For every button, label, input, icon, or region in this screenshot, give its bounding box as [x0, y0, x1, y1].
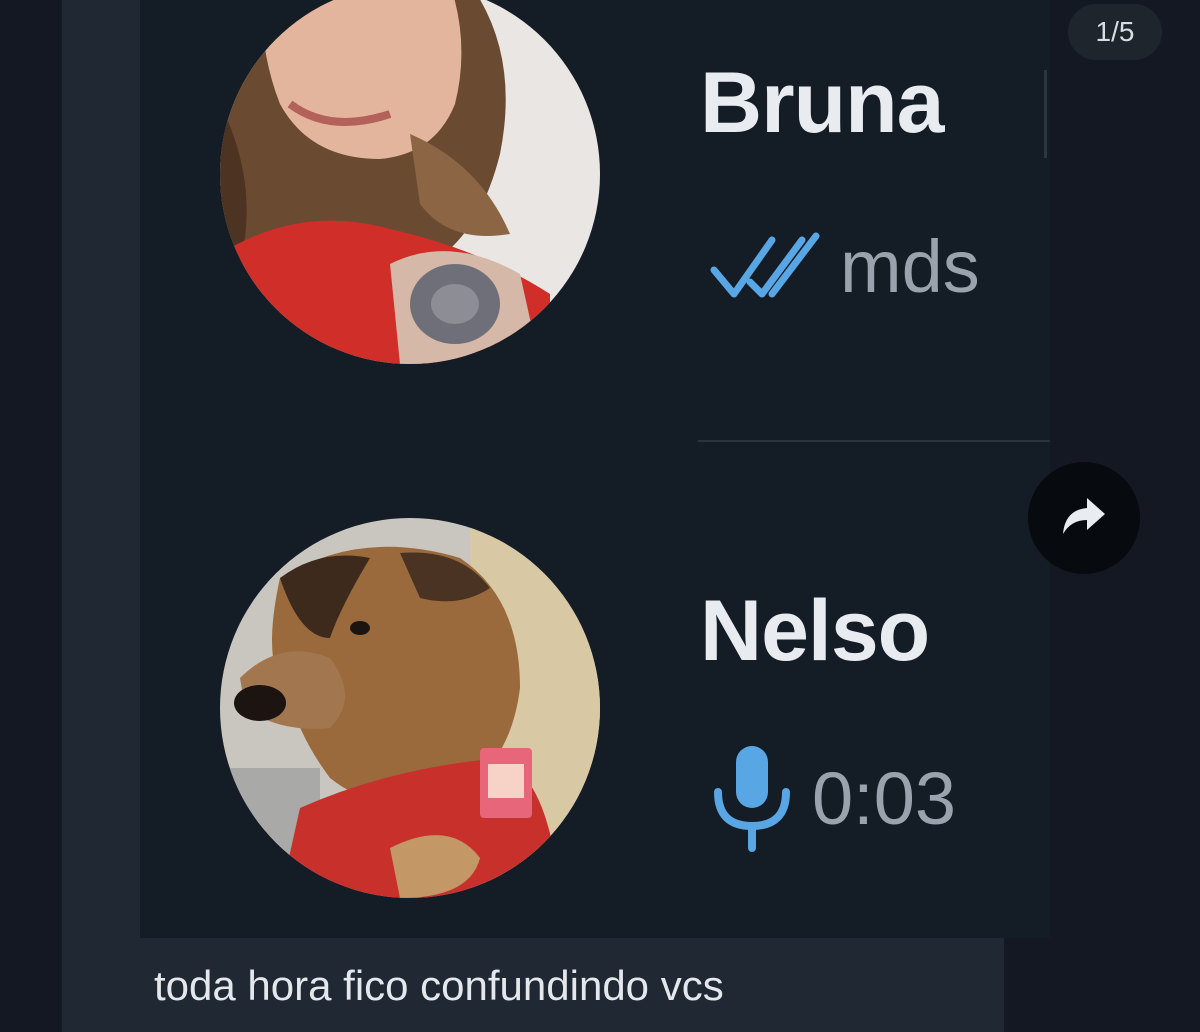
- contact-name: Bruna: [700, 55, 944, 151]
- woman-photo: [220, 0, 600, 364]
- contact-name: Nelso: [700, 583, 930, 679]
- post-caption: toda hora fico confundindo vcs: [154, 962, 724, 1009]
- post-bubble: Bruna mds Nelso 0:03 toda hora fico conf…: [62, 0, 1050, 1032]
- chat-item-nelso[interactable]: Nelso 0:03: [140, 442, 1050, 938]
- screen: 1/5 Bruna mds Nelso 0:03 toda hora fico …: [0, 0, 1200, 1032]
- avatar-nelso: [220, 518, 600, 898]
- image-counter: 1/5: [1068, 4, 1162, 60]
- avatar-bruna: [220, 0, 600, 364]
- microphone-icon: [710, 742, 794, 854]
- voice-duration: 0:03: [812, 756, 957, 840]
- last-message-text: mds: [840, 225, 980, 308]
- share-arrow-icon: [1061, 496, 1107, 541]
- share-button[interactable]: [1028, 462, 1140, 574]
- chat-item-bruna[interactable]: Bruna mds: [140, 0, 1050, 440]
- message-preview: 0:03: [710, 742, 956, 854]
- chat-screenshot: Bruna mds Nelso 0:03: [140, 0, 1050, 938]
- message-preview: mds: [710, 224, 980, 309]
- scroll-indicator: [1044, 70, 1047, 158]
- double-check-icon: [710, 232, 822, 302]
- dog-photo: [220, 518, 600, 898]
